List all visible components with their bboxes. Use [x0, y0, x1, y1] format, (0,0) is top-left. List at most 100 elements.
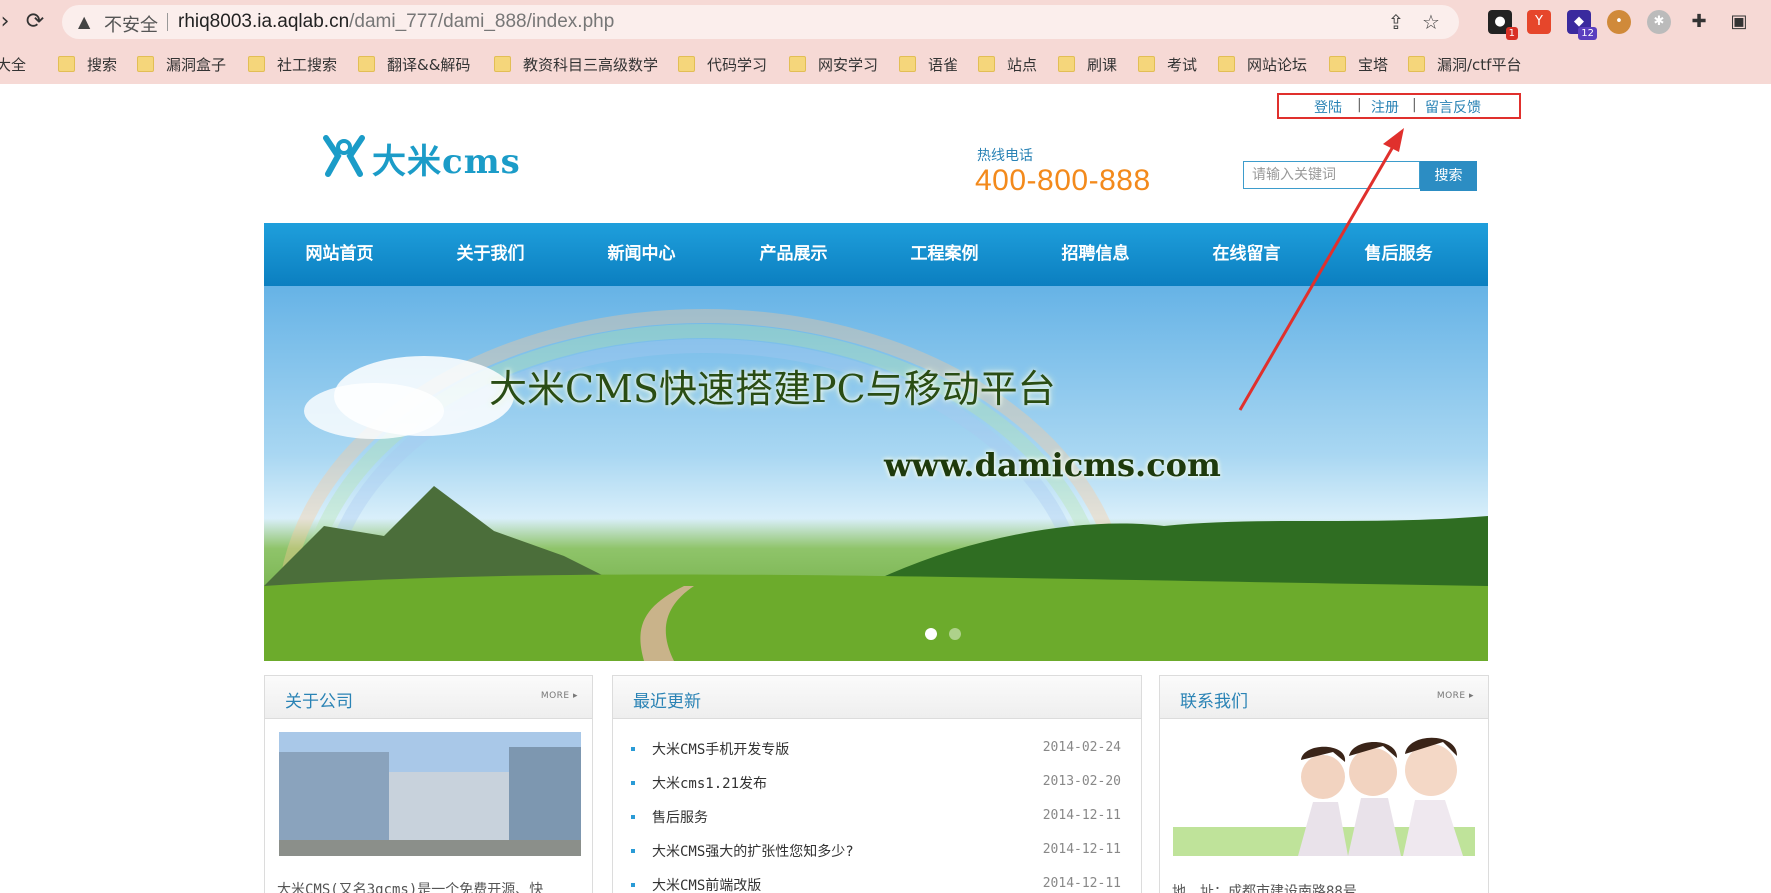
bookmark-label: 翻译&&解码 [387, 56, 471, 74]
bookmark-label: 大全 [0, 56, 27, 74]
bookmark-item[interactable]: 搜索 [58, 54, 117, 76]
browser-toolbar: › ⟳ ▲ 不安全 rhiq8003.ia.aqlab.cn/dami_777/… [0, 0, 1771, 44]
url-path: /dami_777/dami_888/index.php [349, 11, 615, 32]
news-item[interactable]: 售后服务 2014-12-11 [631, 807, 1121, 829]
url-text[interactable]: rhiq8003.ia.aqlab.cn/dami_777/dami_888/i… [178, 11, 614, 33]
slide-dot[interactable] [949, 628, 961, 640]
extension-badge: 1 [1505, 27, 1518, 40]
contact-address: 地 址：成都市建设南路88号 [1172, 884, 1357, 893]
bookmark-label: 漏洞/ctf平台 [1437, 56, 1522, 74]
news-item[interactable]: 大米CMS强大的扩张性您知多少? 2014-12-11 [631, 841, 1121, 863]
share-icon[interactable]: ⇪ [1384, 10, 1408, 34]
bookmark-label: 刷课 [1087, 56, 1118, 74]
bookmark-label: 教资科目三高级数学 [523, 56, 659, 74]
news-date: 2014-12-11 [1042, 808, 1121, 823]
nav-item-message[interactable]: 在线留言 [1171, 223, 1322, 286]
nav-item-products[interactable]: 产品展示 [718, 223, 869, 286]
search-input[interactable]: 请输入关键词 [1243, 161, 1420, 189]
folder-icon [899, 56, 916, 72]
bookmark-item[interactable]: 漏洞/ctf平台 [1408, 54, 1521, 76]
cookie-icon[interactable]: • [1607, 10, 1631, 34]
bookmark-item[interactable]: 考试 [1138, 54, 1197, 76]
news-item[interactable]: 大米cms1.21发布 2013-02-20 [631, 773, 1121, 795]
bookmark-item[interactable]: 漏洞盒子 [137, 54, 226, 76]
translate-extension-icon[interactable]: Y [1527, 10, 1551, 34]
settings-extension-icon[interactable]: ✱ [1647, 10, 1671, 34]
hotline-number: 400-800-888 [975, 164, 1151, 197]
bookmark-item[interactable]: 网站论坛 [1218, 54, 1307, 76]
news-title[interactable]: 售后服务 [652, 807, 708, 827]
contact-more-link[interactable]: MORE ▸ [1437, 691, 1474, 701]
extension-icon[interactable]: ● 1 [1488, 10, 1518, 40]
bookmark-item[interactable]: 代码学习 [678, 54, 767, 76]
news-panel-header: 最近更新 [613, 676, 1141, 719]
side-panel-icon[interactable]: ▣ [1727, 10, 1751, 34]
bullet-icon [631, 815, 635, 819]
feedback-link[interactable]: 留言反馈 [1425, 97, 1481, 117]
register-link[interactable]: 注册 [1371, 97, 1399, 117]
about-panel: 关于公司 MORE ▸ 大米CMS(又名3gcms)是一个免费开源、快 [264, 675, 593, 893]
more-label: MORE [1436, 691, 1466, 701]
bookmark-label: 网站论坛 [1247, 56, 1308, 74]
link-separator: | [1357, 97, 1362, 113]
news-panel: 最近更新 大米CMS手机开发专版 2014-02-24 大米cms1.21发布 20… [612, 675, 1142, 893]
url-host: rhiq8003.ia.aqlab.cn [178, 11, 350, 32]
puzzle-icon[interactable]: ✚ [1687, 10, 1711, 34]
nav-item-service[interactable]: 售后服务 [1323, 223, 1474, 286]
nav-item-news[interactable]: 新闻中心 [566, 223, 717, 286]
nav-item-about[interactable]: 关于我们 [415, 223, 566, 286]
bookmark-item[interactable]: 社工搜索 [248, 54, 337, 76]
folder-icon [137, 56, 154, 72]
news-title[interactable]: 大米CMS手机开发专版 [652, 739, 789, 759]
news-panel-title: 最近更新 [633, 692, 701, 712]
news-date: 2014-12-11 [1042, 876, 1121, 891]
bookmark-item[interactable]: 翻译&&解码 [358, 54, 470, 76]
bookmark-star-icon[interactable]: ☆ [1419, 10, 1443, 34]
folder-icon [1218, 56, 1235, 72]
logo-mark-icon [323, 135, 365, 177]
address-bar[interactable]: ▲ 不安全 rhiq8003.ia.aqlab.cn/dami_777/dami… [62, 5, 1459, 39]
bookmark-label: 搜索 [87, 56, 118, 74]
bookmarks-bar: 大全 搜索 漏洞盒子 社工搜索 翻译&&解码 教资科目三高级数学 代码学习 网安… [0, 46, 1771, 82]
nav-item-cases[interactable]: 工程案例 [869, 223, 1020, 286]
about-more-link[interactable]: MORE ▸ [541, 691, 578, 701]
folder-icon [494, 56, 511, 72]
banner-landscape [264, 309, 1488, 661]
banner-url: www.damicms.com [884, 446, 1221, 484]
link-separator: | [1412, 97, 1417, 113]
bookmark-label: 漏洞盒子 [166, 56, 227, 74]
news-title[interactable]: 大米cms1.21发布 [652, 773, 767, 793]
bookmark-label: 网安学习 [818, 56, 879, 74]
news-item[interactable]: 大米CMS前端改版 2014-12-11 [631, 875, 1121, 893]
news-title[interactable]: 大米CMS前端改版 [652, 875, 761, 893]
news-item[interactable]: 大米CMS手机开发专版 2014-02-24 [631, 739, 1121, 761]
nav-item-jobs[interactable]: 招聘信息 [1020, 223, 1171, 286]
bookmark-item[interactable]: 大全 [0, 54, 26, 76]
hero-banner[interactable]: 大米CMS快速搭建PC与移动平台 www.damicms.com [264, 286, 1488, 661]
bookmark-item[interactable]: 站点 [978, 54, 1037, 76]
bookmark-item[interactable]: 教资科目三高级数学 [494, 54, 658, 76]
folder-icon [1138, 56, 1155, 72]
extension-icon[interactable]: ◆ 12 [1567, 10, 1597, 40]
bookmark-item[interactable]: 网安学习 [789, 54, 878, 76]
news-date: 2013-02-20 [1042, 774, 1121, 789]
bookmark-item[interactable]: 宝塔 [1329, 54, 1388, 76]
browser-chrome: › ⟳ ▲ 不安全 rhiq8003.ia.aqlab.cn/dami_777/… [0, 0, 1771, 84]
forward-icon[interactable]: › [0, 9, 18, 35]
top-links-box: 登陆 | 注册 | 留言反馈 [1277, 93, 1521, 119]
search-button[interactable]: 搜索 [1420, 161, 1477, 191]
nav-item-home[interactable]: 网站首页 [264, 223, 415, 286]
hotline-label: 热线电话 [977, 148, 1033, 164]
news-title[interactable]: 大米CMS强大的扩张性您知多少? [652, 841, 854, 861]
login-link[interactable]: 登陆 [1314, 97, 1342, 117]
bookmark-item[interactable]: 刷课 [1058, 54, 1117, 76]
folder-icon [678, 56, 695, 72]
slide-dot-active[interactable] [925, 628, 937, 640]
folder-icon [789, 56, 806, 72]
bullet-icon [631, 849, 635, 853]
bookmark-label: 语雀 [928, 56, 959, 74]
bookmark-item[interactable]: 语雀 [899, 54, 958, 76]
bookmark-label: 代码学习 [707, 56, 768, 74]
extension-badge: 12 [1578, 27, 1597, 40]
reload-icon[interactable]: ⟳ [22, 9, 48, 35]
